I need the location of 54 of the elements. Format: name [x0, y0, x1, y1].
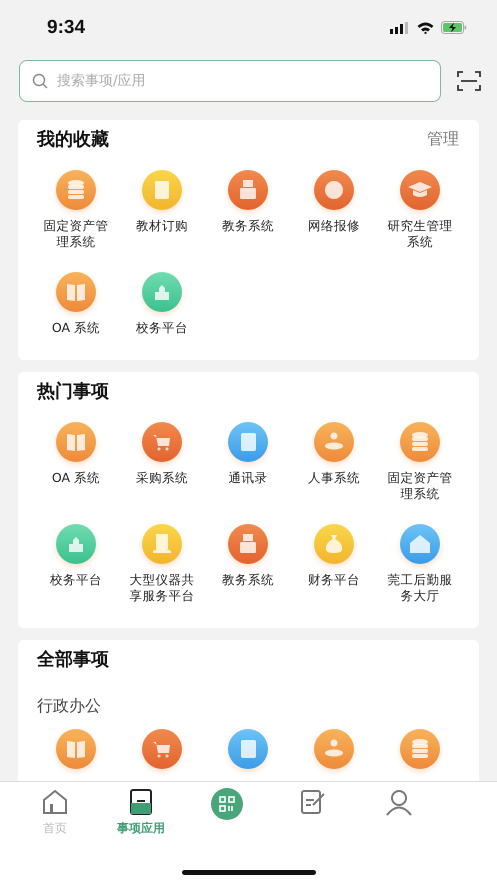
app-label[interactable]: 莞工后勤服务大厅 — [387, 572, 453, 604]
search-icon — [32, 72, 48, 88]
person-icon[interactable] — [314, 729, 354, 769]
graduation-cap-icon[interactable] — [400, 170, 440, 210]
app-label[interactable]: 大型仪器共享服务平台 — [129, 572, 195, 604]
app-label[interactable]: 采购系统 — [129, 470, 195, 486]
database-icon[interactable] — [56, 170, 96, 210]
scan-button[interactable] — [211, 788, 243, 820]
app-label[interactable]: OA 系统 — [43, 470, 109, 486]
app-label[interactable]: OA 系统 — [43, 320, 109, 336]
app-book-icon — [129, 788, 153, 816]
money-bag-icon[interactable] — [314, 524, 354, 564]
app-label[interactable]: 教材订购 — [129, 218, 195, 234]
search-field[interactable]: 搜索事项/应用 — [19, 60, 441, 102]
scan-icon[interactable] — [457, 70, 481, 92]
signal-icon — [390, 22, 410, 34]
app-label[interactable]: 财务平台 — [301, 572, 367, 588]
app-label[interactable]: 固定资产管理系统 — [387, 470, 453, 502]
status-time: 9:34 — [47, 16, 86, 38]
section-title: 热门事项 — [37, 380, 109, 403]
database-icon[interactable] — [400, 422, 440, 462]
note-edit-icon[interactable] — [299, 788, 327, 816]
profile-icon[interactable] — [385, 788, 413, 816]
contact-card-icon[interactable] — [228, 729, 268, 769]
app-label[interactable]: 研究生管理系统 — [387, 218, 453, 250]
database-icon[interactable] — [400, 729, 440, 769]
person-icon[interactable] — [314, 422, 354, 462]
open-book-icon[interactable] — [56, 422, 96, 462]
app-label[interactable]: 校务平台 — [129, 320, 195, 336]
book-icon[interactable] — [142, 170, 182, 210]
app-label[interactable]: 校务平台 — [43, 572, 109, 588]
printer-icon[interactable] — [228, 524, 268, 564]
cart-icon[interactable] — [142, 422, 182, 462]
app-label[interactable]: 人事系统 — [301, 470, 367, 486]
group-heading: 行政办公 — [36, 695, 102, 717]
open-book-icon[interactable] — [56, 272, 96, 312]
contact-card-icon[interactable] — [228, 422, 268, 462]
app-label[interactable]: 教务系统 — [215, 218, 281, 234]
app-label[interactable]: 通讯录 — [215, 470, 281, 486]
app-label[interactable]: 固定资产管理系统 — [43, 218, 109, 250]
cart-icon[interactable] — [142, 729, 182, 769]
printer-icon[interactable] — [228, 170, 268, 210]
school-icon[interactable] — [56, 524, 96, 564]
home-icon — [41, 788, 69, 816]
certificate-icon[interactable] — [142, 524, 182, 564]
open-book-icon[interactable] — [56, 729, 96, 769]
section-title: 全部事项 — [37, 648, 109, 671]
app-label[interactable]: 教务系统 — [215, 572, 281, 588]
app-label[interactable]: 网络报修 — [301, 218, 367, 234]
section-title: 我的收藏 — [37, 128, 109, 151]
manage-link[interactable]: 管理 — [427, 128, 459, 150]
school-icon[interactable] — [142, 272, 182, 312]
wifi-icon — [417, 22, 434, 34]
battery-charging-icon — [441, 21, 467, 34]
